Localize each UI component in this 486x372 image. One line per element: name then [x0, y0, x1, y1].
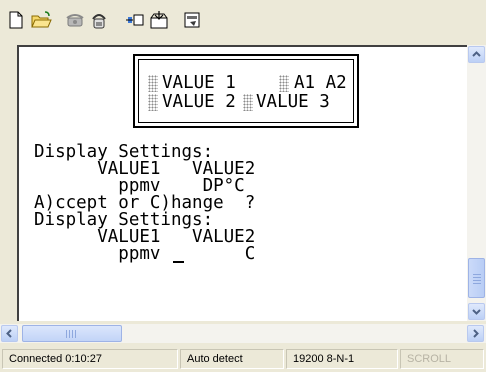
port-settings-status: 19200 8-N-1 — [286, 349, 398, 369]
horizontal-scroll-thumb[interactable] — [22, 325, 122, 342]
lcd-row1-right: A1 A2 — [294, 73, 347, 93]
lcd-row2-left: VALUE 2 — [162, 92, 236, 112]
vertical-scroll-thumb[interactable] — [468, 258, 485, 298]
detect-status: Auto detect — [180, 349, 284, 369]
lcd-pixel-dot — [148, 94, 158, 111]
lcd-pixel-dot — [148, 75, 158, 92]
lcd-pixel-dot — [243, 94, 253, 111]
new-document-icon[interactable] — [5, 9, 27, 31]
terminal-screen[interactable]: VALUE 1 A1 A2 VALUE 2 VALUE 3 Display Se… — [17, 45, 467, 321]
send-file-icon[interactable] — [124, 9, 146, 31]
lcd-pixel-dot — [279, 75, 289, 92]
chevron-left-icon — [6, 329, 12, 338]
scroll-left-button[interactable] — [1, 325, 18, 342]
scroll-down-button[interactable] — [468, 303, 485, 320]
lcd-row2-right: VALUE 3 — [256, 92, 330, 112]
horizontal-scrollbar[interactable] — [0, 324, 486, 343]
toolbar — [0, 0, 486, 42]
receive-file-icon[interactable] — [148, 9, 170, 31]
scroll-lock-indicator: SCROLL — [400, 349, 484, 369]
lcd-display-box: VALUE 1 A1 A2 VALUE 2 VALUE 3 — [133, 54, 359, 128]
terminal-line: ppmv C — [34, 244, 256, 264]
scroll-right-button[interactable] — [467, 325, 484, 342]
chevron-up-icon — [472, 51, 481, 57]
chevron-right-icon — [473, 329, 479, 338]
lcd-row1-left: VALUE 1 — [162, 73, 236, 93]
chevron-down-icon — [472, 309, 481, 315]
scroll-up-button[interactable] — [468, 46, 485, 63]
connect-phone-icon[interactable] — [88, 9, 110, 31]
properties-icon[interactable] — [181, 9, 203, 31]
vertical-scrollbar[interactable] — [467, 45, 486, 321]
text-cursor — [173, 261, 184, 263]
disconnect-phone-icon[interactable] — [64, 9, 86, 31]
connection-status: Connected 0:10:27 — [2, 349, 178, 369]
status-bar: Connected 0:10:27 Auto detect 19200 8-N-… — [0, 345, 486, 372]
open-folder-icon[interactable] — [30, 9, 52, 31]
